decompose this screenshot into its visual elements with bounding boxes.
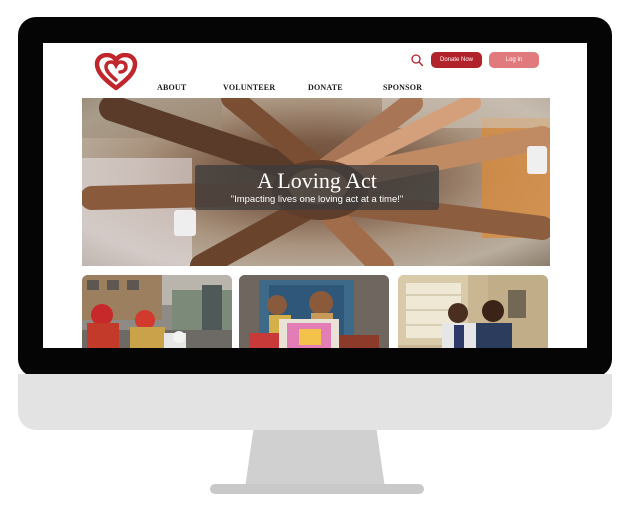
nav-volunteer[interactable]: VOLUNTEER — [223, 83, 275, 92]
hero-banner: A Loving Act "Impacting lives one loving… — [82, 98, 550, 266]
website-screen: ABOUT VOLUNTEER DONATE SPONSOR Donate No… — [43, 43, 587, 348]
street-volunteers-image — [82, 275, 232, 348]
monitor-chin — [18, 374, 612, 430]
nav-sponsor[interactable]: SPONSOR — [383, 83, 422, 92]
hero-title: A Loving Act — [257, 168, 377, 193]
photo-card-toys-donation[interactable] — [239, 275, 389, 348]
nav-donate[interactable]: DONATE — [308, 83, 343, 92]
toys-donation-image — [239, 275, 389, 348]
donate-now-button[interactable]: Donate Now — [431, 52, 482, 68]
monitor-stand — [245, 430, 385, 488]
hero-subtitle: "Impacting lives one loving act at a tim… — [230, 194, 404, 205]
hero-caption-box: A Loving Act "Impacting lives one loving… — [195, 165, 439, 210]
login-button[interactable]: Log In — [489, 52, 539, 68]
nav-about[interactable]: ABOUT — [157, 83, 186, 92]
photo-card-two-men[interactable] — [398, 275, 548, 348]
monitor-base — [210, 484, 424, 494]
main-nav: ABOUT VOLUNTEER DONATE SPONSOR — [43, 83, 587, 97]
two-men-image — [398, 275, 548, 348]
search-icon[interactable] — [410, 53, 424, 67]
photo-card-street-volunteers[interactable] — [82, 275, 232, 348]
